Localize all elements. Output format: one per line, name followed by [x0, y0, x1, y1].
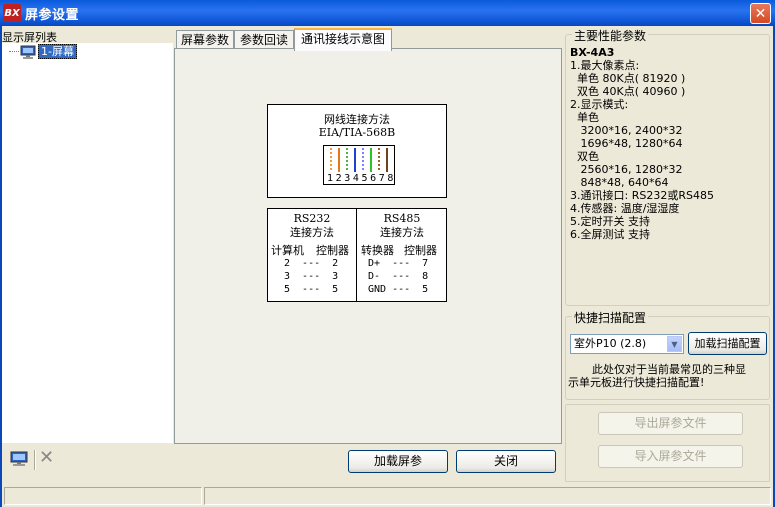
- title-bar: BX 屏参设置 ✕: [0, 0, 775, 26]
- add-screen-monitor-icon[interactable]: [10, 451, 28, 467]
- rs485-col-controller: 控制器: [404, 244, 437, 257]
- rj45-wire: [370, 148, 372, 172]
- spec-line: 1696*48, 1280*64: [570, 137, 683, 150]
- specs-group-title: 主要性能参数: [572, 27, 649, 44]
- quick-scan-title: 快捷扫描配置: [572, 309, 649, 326]
- delete-screen-icon[interactable]: ✕: [39, 448, 54, 468]
- rs485-col-converter: 转换器: [361, 244, 394, 257]
- spec-line: 5.定时开关 支持: [570, 215, 650, 228]
- ethernet-title: 网线连接方法: [324, 113, 390, 126]
- close-button[interactable]: 关闭: [456, 450, 556, 473]
- app-logo-icon: BX: [3, 4, 21, 22]
- model-name: BX-4A3: [570, 46, 615, 59]
- rj45-wires: [328, 148, 392, 172]
- status-pane-right: [204, 487, 771, 505]
- tab-wiring-diagram[interactable]: 通讯接线示意图: [294, 28, 392, 51]
- load-params-button[interactable]: 加载屏参: [348, 450, 448, 473]
- spec-line: 双色: [570, 150, 599, 163]
- rs232-col-controller: 控制器: [316, 244, 349, 257]
- chevron-down-icon[interactable]: ▼: [667, 336, 682, 352]
- spec-line: 848*48, 640*64: [570, 176, 669, 189]
- spec-line: 单色: [570, 111, 599, 124]
- specs-group: 主要性能参数 BX-4A3 1.最大像素点: 单色 80K点( 81920 ) …: [565, 27, 770, 306]
- ethernet-diagram-box: 网线连接方法 EIA/TIA-568B 12345678: [267, 104, 447, 198]
- spec-line: 3.通讯接口: RS232或RS485: [570, 189, 714, 202]
- spec-line: 双色 40K点( 40960 ): [570, 85, 686, 98]
- rs232-row: 2 --- 2: [284, 258, 339, 269]
- toolbar-separator: [34, 450, 36, 470]
- tree-connector: [9, 51, 19, 52]
- rs485-subtitle: 连接方法: [380, 226, 424, 239]
- status-bar: [2, 485, 773, 507]
- rs232-subtitle: 连接方法: [290, 226, 334, 239]
- rj45-wire: [346, 148, 348, 172]
- quick-scan-note-2: 示单元板进行快捷扫描配置!: [568, 376, 705, 389]
- window-title: 屏参设置: [25, 7, 80, 23]
- scan-preset-value: 室外P10 (2.8): [574, 337, 647, 350]
- scan-preset-select[interactable]: 室外P10 (2.8) ▼: [570, 334, 684, 354]
- status-pane-left: [4, 487, 202, 505]
- file-group: 导出屏参文件 导入屏参文件: [565, 404, 770, 482]
- tree-item-screen-1[interactable]: 1-屏幕: [38, 44, 77, 59]
- rs485-row: GND --- 5: [368, 284, 429, 295]
- wiring-diagram-panel: 网线连接方法 EIA/TIA-568B 12345678 RS232 连接方法 …: [174, 48, 562, 444]
- spec-line: 4.传感器: 温度/湿湿度: [570, 202, 680, 215]
- import-params-button[interactable]: 导入屏参文件: [598, 445, 743, 468]
- rj45-wire: [354, 148, 356, 172]
- rj45-connector: 12345678: [323, 145, 395, 185]
- export-params-button[interactable]: 导出屏参文件: [598, 412, 743, 435]
- close-window-button[interactable]: ✕: [750, 3, 771, 24]
- quick-scan-note-1: 此处仅对于当前最常见的三种显: [592, 363, 746, 376]
- rs485-row: D- --- 8: [368, 271, 429, 282]
- spec-line: 6.全屏测试 支持: [570, 228, 650, 241]
- ethernet-standard: EIA/TIA-568B: [318, 126, 396, 139]
- spec-line: 3200*16, 2400*32: [570, 124, 683, 137]
- rj45-wire: [386, 148, 388, 172]
- rj45-wire: [338, 148, 340, 172]
- rj45-wire: [330, 148, 332, 172]
- rs232-row: 3 --- 3: [284, 271, 339, 282]
- rj45-wire: [378, 148, 380, 172]
- load-scan-config-button[interactable]: 加载扫描配置: [688, 332, 767, 355]
- rs232-row: 5 --- 5: [284, 284, 339, 295]
- window-client-area: 显示屏列表 1-屏幕 ✕ 屏幕参数 参数回读 通讯接线示意图 网线连接方法 EI…: [2, 26, 773, 507]
- rs485-row: D+ --- 7: [368, 258, 429, 269]
- spec-line: 2560*16, 1280*32: [570, 163, 683, 176]
- spec-line: 单色 80K点( 81920 ): [570, 72, 686, 85]
- tab-screen-params[interactable]: 屏幕参数: [176, 30, 234, 50]
- left-toolbar: ✕: [2, 446, 173, 476]
- spec-line: 2.显示模式:: [570, 98, 629, 111]
- rj45-pin-numbers: 12345678: [327, 173, 396, 184]
- quick-scan-group: 快捷扫描配置 室外P10 (2.8) ▼ 加载扫描配置 此处仅对于当前最常见的三…: [565, 309, 770, 400]
- rj45-wire: [362, 148, 364, 172]
- rs232-col-computer: 计算机: [271, 244, 304, 257]
- tab-params-readback[interactable]: 参数回读: [234, 30, 294, 50]
- spec-line: 1.最大像素点:: [570, 59, 640, 72]
- serial-diagram-box: RS232 连接方法 计算机 控制器 2 --- 2 3 --- 3 5 ---…: [267, 208, 447, 302]
- screen-tree[interactable]: 1-屏幕: [2, 43, 173, 443]
- monitor-icon: [20, 45, 36, 59]
